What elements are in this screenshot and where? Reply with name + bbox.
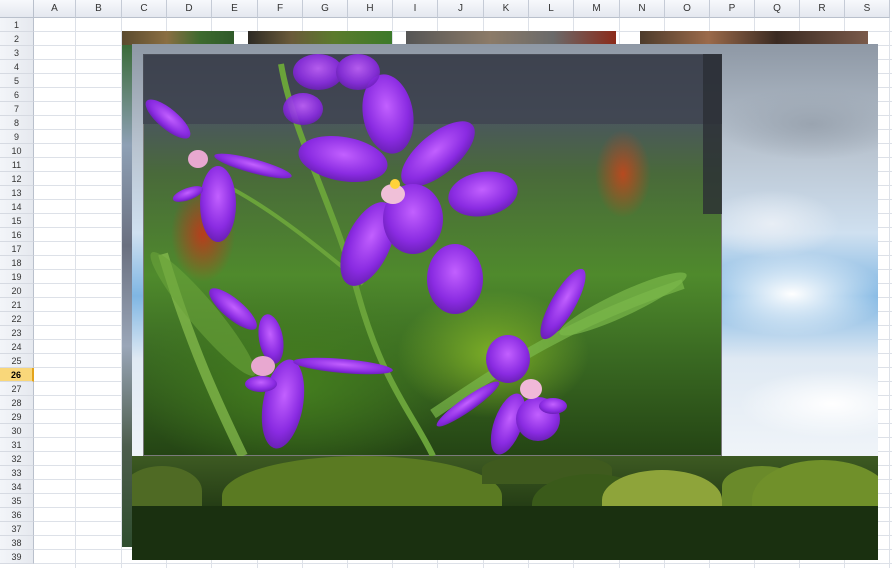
row-header-13[interactable]: 13 [0,186,34,200]
spreadsheet: ABCDEFGHIJKLMNOPQRS 1 2 3 4 5 6 7 8 9 10 11 12 13 14 1… [0,0,892,568]
row-header-17[interactable]: 17 [0,242,34,256]
row-header-4[interactable]: 4 [0,60,34,74]
picture-thumbnail[interactable] [122,31,234,45]
row-header-3[interactable]: 3 [0,46,34,60]
row-header-34[interactable]: 34 [0,480,34,494]
row-header-33[interactable]: 33 [0,466,34,480]
row-header-14[interactable]: 14 [0,200,34,214]
row-header-37[interactable]: 37 [0,522,34,536]
orchid-illustration [143,54,722,456]
select-all-corner[interactable] [0,0,34,18]
column-header-q[interactable]: Q [755,0,800,18]
column-header-k[interactable]: K [484,0,529,18]
column-header-e[interactable]: E [212,0,258,18]
row-header-21[interactable]: 21 [0,298,34,312]
row-header-22[interactable]: 22 [0,312,34,326]
row-header-15[interactable]: 15 [0,214,34,228]
row-header-20[interactable]: 20 [0,284,34,298]
column-header-d[interactable]: D [167,0,212,18]
row-header-35[interactable]: 35 [0,494,34,508]
row-header-29[interactable]: 29 [0,410,34,424]
column-header-j[interactable]: J [438,0,484,18]
row-header-7[interactable]: 7 [0,102,34,116]
column-header-f[interactable]: F [258,0,303,18]
row-header-10[interactable]: 10 [0,144,34,158]
column-header-n[interactable]: N [620,0,665,18]
picture-thumbnail[interactable] [248,31,392,45]
hills-area [132,456,878,560]
column-header-r[interactable]: R [800,0,845,18]
row-header-26[interactable]: 26 [0,368,34,382]
column-header-b[interactable]: B [76,0,122,18]
column-header-l[interactable]: L [529,0,574,18]
orchid-picture[interactable] [143,54,722,456]
column-header-s[interactable]: S [845,0,890,18]
row-header-38[interactable]: 38 [0,536,34,550]
row-header-2[interactable]: 2 [0,32,34,46]
row-header-19[interactable]: 19 [0,270,34,284]
row-header-28[interactable]: 28 [0,396,34,410]
row-header-8[interactable]: 8 [0,116,34,130]
row-header-32[interactable]: 32 [0,452,34,466]
row-header-12[interactable]: 12 [0,172,34,186]
row-header-31[interactable]: 31 [0,438,34,452]
column-header-c[interactable]: C [122,0,167,18]
column-header-g[interactable]: G [303,0,348,18]
column-header-m[interactable]: M [574,0,620,18]
row-header-1[interactable]: 1 [0,18,34,32]
row-header-9[interactable]: 9 [0,130,34,144]
row-header-39[interactable]: 39 [0,550,34,564]
column-header-a[interactable]: A [34,0,76,18]
column-header-o[interactable]: O [665,0,710,18]
row-header-25[interactable]: 25 [0,354,34,368]
picture-thumbnail[interactable] [406,31,616,45]
column-header-h[interactable]: H [348,0,393,18]
row-header-27[interactable]: 27 [0,382,34,396]
row-header-36[interactable]: 36 [0,508,34,522]
row-header-16[interactable]: 16 [0,228,34,242]
column-header-i[interactable]: I [393,0,438,18]
row-header-11[interactable]: 11 [0,158,34,172]
row-header-30[interactable]: 30 [0,424,34,438]
row-header-24[interactable]: 24 [0,340,34,354]
row-header-5[interactable]: 5 [0,74,34,88]
row-header-23[interactable]: 23 [0,326,34,340]
gridline [34,563,892,564]
row-header-6[interactable]: 6 [0,88,34,102]
picture-thumbnail[interactable] [640,31,868,45]
row-header-18[interactable]: 18 [0,256,34,270]
column-header-p[interactable]: P [710,0,755,18]
